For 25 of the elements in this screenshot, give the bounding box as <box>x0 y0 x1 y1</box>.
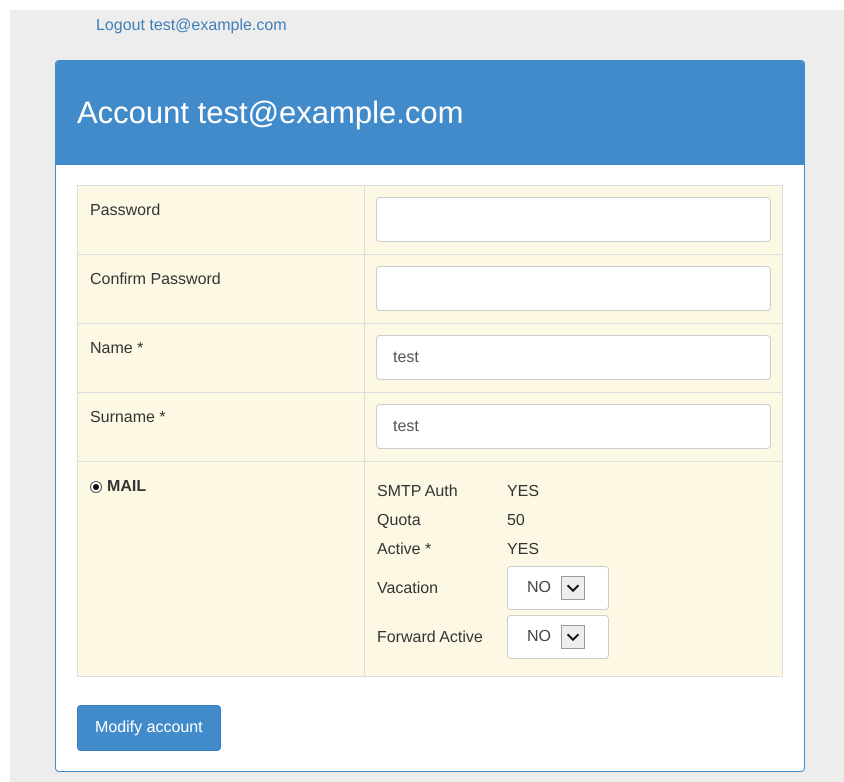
option-label: Forward Active <box>377 628 484 648</box>
input-field[interactable]: test <box>376 335 771 380</box>
field-label: Name * <box>90 340 144 358</box>
input-field[interactable] <box>376 266 771 311</box>
field-label: Confirm Password <box>90 271 221 289</box>
info-value: YES <box>507 482 540 502</box>
option-label: Vacation <box>377 579 440 599</box>
mail-label: MAIL <box>107 478 146 496</box>
logout-link[interactable]: Logout test@example.com <box>96 16 287 36</box>
field-label: Password <box>90 202 160 220</box>
input-field[interactable]: test <box>376 404 771 449</box>
select-dropdown[interactable]: NO <box>507 566 609 610</box>
info-label: Active * <box>377 540 432 560</box>
chevron-down-icon <box>561 625 585 649</box>
info-label: Quota <box>377 511 422 531</box>
info-value: YES <box>507 540 540 560</box>
radio-button[interactable] <box>90 481 102 493</box>
info-value: 50 <box>507 511 526 531</box>
panel-title: Account test@example.com <box>77 95 464 131</box>
chevron-down-icon <box>561 576 585 600</box>
field-label: Surname * <box>90 409 166 427</box>
info-label: SMTP Auth <box>377 482 459 502</box>
select-dropdown[interactable]: NO <box>507 615 609 659</box>
input-field[interactable] <box>376 197 771 242</box>
modify-account-button[interactable]: Modify account <box>77 705 221 751</box>
